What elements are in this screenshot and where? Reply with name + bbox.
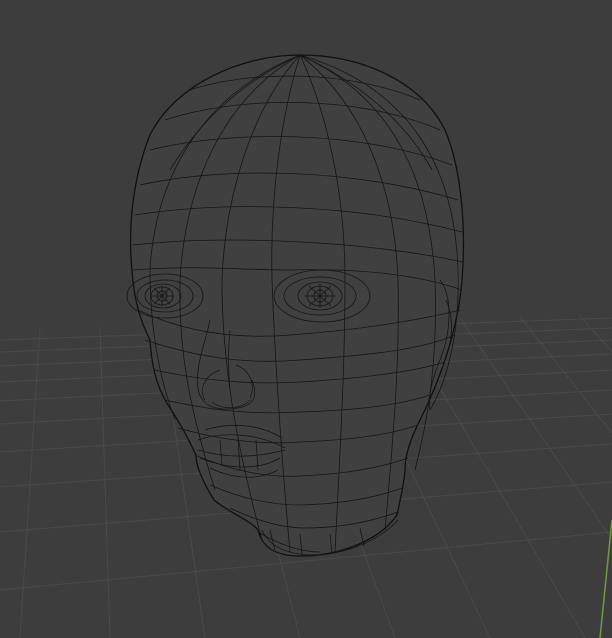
head-mesh[interactable] bbox=[126, 54, 465, 557]
grid-line bbox=[99, 326, 111, 638]
grid-line bbox=[19, 327, 41, 638]
head-silhouette bbox=[129, 54, 465, 557]
grid-line bbox=[519, 316, 612, 434]
grid-line bbox=[459, 317, 612, 540]
3d-viewport[interactable] bbox=[0, 0, 612, 638]
axis-y-line bbox=[599, 519, 612, 638]
grid-line bbox=[579, 315, 612, 353]
viewport-canvas[interactable] bbox=[0, 0, 612, 638]
